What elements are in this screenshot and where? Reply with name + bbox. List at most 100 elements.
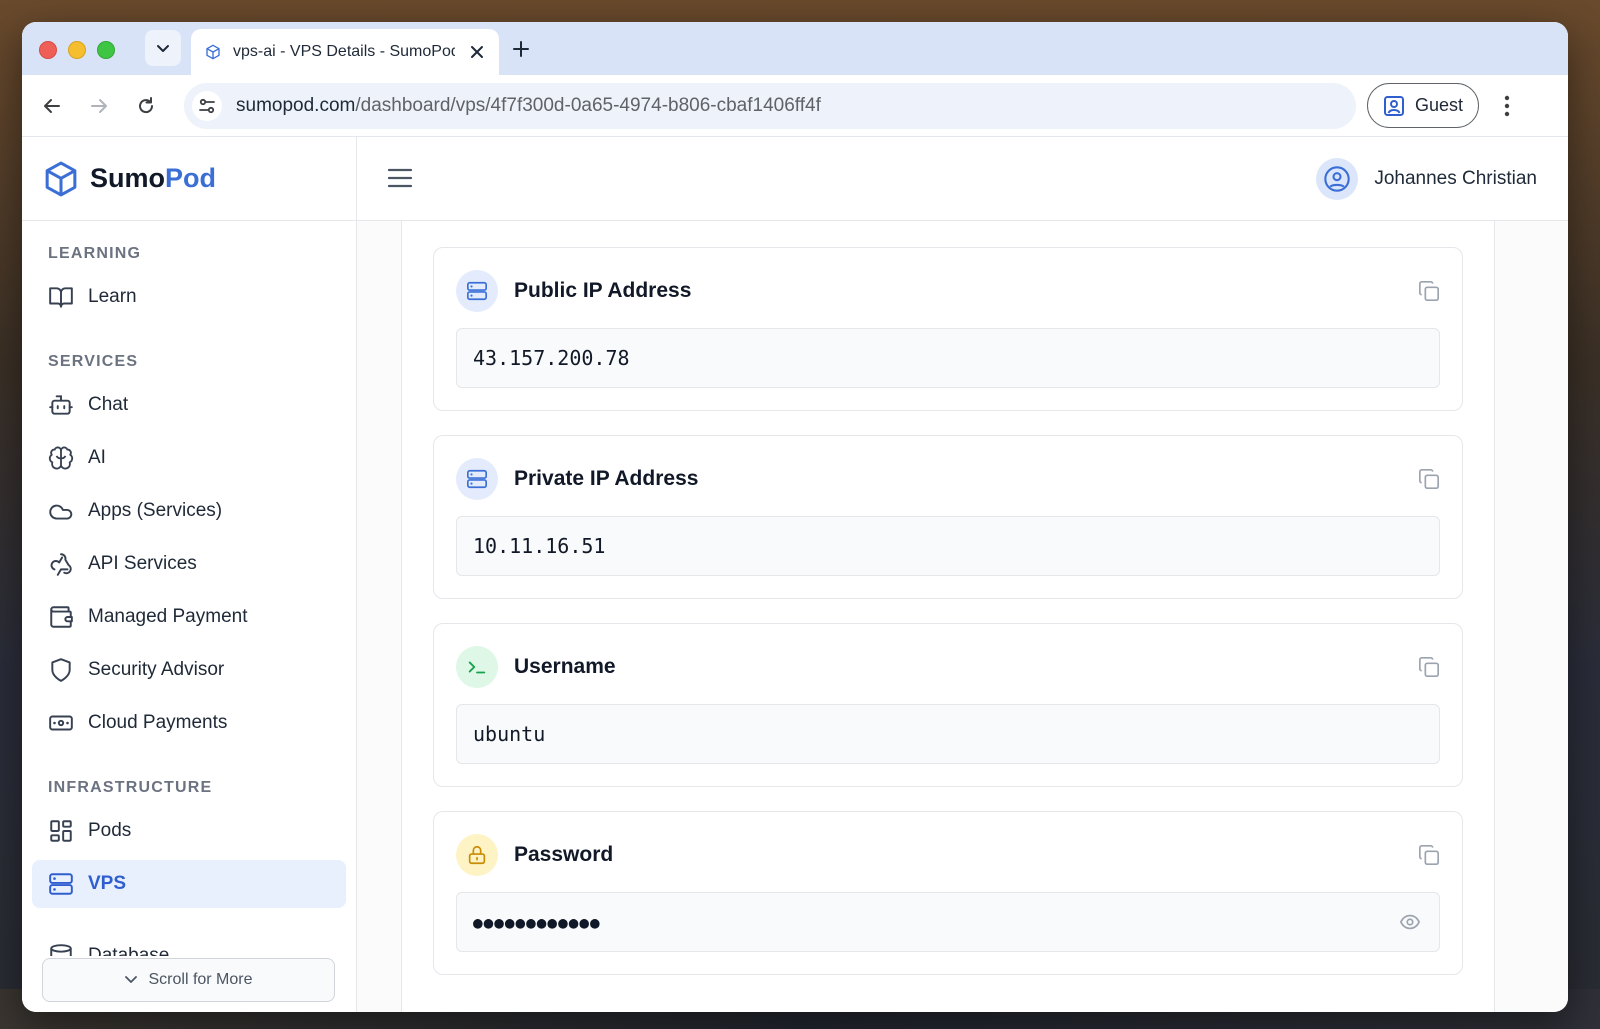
tab-title: vps-ai - VPS Details - SumoPod xyxy=(233,43,455,60)
brand-name-part1: Sumo xyxy=(90,163,166,193)
copy-public-ip-button[interactable] xyxy=(1418,280,1442,304)
banknote-icon xyxy=(49,715,73,731)
user-circle-icon xyxy=(1324,166,1351,192)
maximize-window-button[interactable] xyxy=(97,41,115,59)
user-name: Johannes Christian xyxy=(1374,168,1537,189)
sidebar-item-label: Database xyxy=(88,945,170,956)
browser-tab-active[interactable]: vps-ai - VPS Details - SumoPod xyxy=(191,29,499,75)
hamburger-menu-icon xyxy=(387,168,413,188)
reload-button[interactable] xyxy=(132,92,160,120)
arrow-left-icon xyxy=(44,99,60,113)
top-header: Johannes Christian xyxy=(357,137,1568,221)
sidebar: SumoPod LEARNING Learn SERVICES Chat AI xyxy=(22,137,357,1012)
browser-menu-button[interactable] xyxy=(1495,92,1519,120)
sidebar-item-database[interactable]: Database xyxy=(32,932,346,956)
user-menu[interactable]: Johannes Christian xyxy=(1316,158,1537,200)
app-root: SumoPod LEARNING Learn SERVICES Chat AI xyxy=(22,137,1568,1012)
public-ip-value[interactable]: 43.157.200.78 xyxy=(456,328,1440,388)
back-button[interactable] xyxy=(38,92,66,120)
sidebar-item-managed-payment[interactable]: Managed Payment xyxy=(32,593,346,641)
scroll-for-more-label: Scroll for More xyxy=(148,971,253,988)
plus-icon xyxy=(513,41,529,57)
section-label-learning: LEARNING xyxy=(48,245,142,262)
server-icon xyxy=(467,469,487,489)
vps-details-panel: Public IP Address 43.157.200.78 Private … xyxy=(401,221,1495,1012)
address-bar[interactable]: sumopod.com/dashboard/vps/4f7f300d-0a65-… xyxy=(184,83,1356,129)
sidebar-item-ai[interactable]: AI xyxy=(32,434,346,482)
database-icon xyxy=(50,944,72,956)
copy-icon xyxy=(1419,469,1439,489)
sidebar-item-vps[interactable]: VPS xyxy=(32,860,346,908)
webhook-icon xyxy=(50,553,72,576)
terminal-icon xyxy=(468,661,486,674)
password-value: ●●●●●●●●●●●● xyxy=(473,912,601,932)
sidebar-item-security-advisor[interactable]: Security Advisor xyxy=(32,646,346,694)
sidebar-item-label: Pods xyxy=(88,820,132,841)
copy-private-ip-button[interactable] xyxy=(1418,468,1442,492)
chevron-down-icon xyxy=(125,976,138,983)
sidebar-item-label: AI xyxy=(88,447,106,468)
password-header: Password xyxy=(456,834,613,876)
password-title: Password xyxy=(514,843,614,866)
new-tab-button[interactable] xyxy=(507,35,535,63)
sidebar-item-learn[interactable]: Learn xyxy=(32,273,346,321)
sidebar-item-label: Security Advisor xyxy=(88,659,225,680)
url-host: sumopod.com xyxy=(236,95,356,116)
copy-icon xyxy=(1419,845,1439,865)
layout-icon xyxy=(50,820,72,842)
favicon-cube-icon xyxy=(206,44,220,60)
brand-name: SumoPod xyxy=(90,163,216,194)
sidebar-item-label: Chat xyxy=(88,394,129,415)
sidebar-item-pods[interactable]: Pods xyxy=(32,807,346,855)
brand-logo[interactable]: SumoPod xyxy=(22,137,356,221)
sidebar-item-api-services[interactable]: API Services xyxy=(32,540,346,588)
forward-button[interactable] xyxy=(85,92,113,120)
tab-search-button[interactable] xyxy=(145,30,181,66)
password-field[interactable]: ●●●●●●●●●●●● xyxy=(456,892,1440,952)
sidebar-item-cloud-payments[interactable]: Cloud Payments xyxy=(32,699,346,747)
sidebar-nav: LEARNING Learn SERVICES Chat AI Apps (Se… xyxy=(22,245,356,908)
tab-close-button[interactable] xyxy=(467,42,487,62)
copy-icon xyxy=(1419,657,1439,677)
scroll-for-more-button[interactable]: Scroll for More xyxy=(42,958,335,1002)
close-window-button[interactable] xyxy=(39,41,57,59)
tune-icon xyxy=(199,98,215,114)
profile-button[interactable]: Guest xyxy=(1367,83,1479,128)
browser-toolbar: sumopod.com/dashboard/vps/4f7f300d-0a65-… xyxy=(22,75,1568,137)
cube-logo-icon xyxy=(45,161,77,196)
sidebar-toggle-button[interactable] xyxy=(387,165,413,191)
kebab-menu-icon xyxy=(1504,95,1510,117)
public-ip-card: Public IP Address 43.157.200.78 xyxy=(433,247,1463,411)
username-header: Username xyxy=(456,646,616,688)
book-icon xyxy=(49,287,73,308)
url-text: sumopod.com/dashboard/vps/4f7f300d-0a65-… xyxy=(236,95,821,117)
minimize-window-button[interactable] xyxy=(68,41,86,59)
copy-password-button[interactable] xyxy=(1418,844,1442,868)
sidebar-item-label: API Services xyxy=(88,553,197,574)
private-ip-value[interactable]: 10.11.16.51 xyxy=(456,516,1440,576)
private-ip-badge xyxy=(456,458,498,500)
private-ip-title: Private IP Address xyxy=(514,467,699,490)
copy-username-button[interactable] xyxy=(1418,656,1442,680)
bot-icon xyxy=(49,395,73,415)
shield-icon xyxy=(51,658,71,682)
tab-strip: vps-ai - VPS Details - SumoPod xyxy=(22,22,1568,75)
sidebar-item-chat[interactable]: Chat xyxy=(32,381,346,429)
public-ip-title: Public IP Address xyxy=(514,279,692,302)
sidebar-item-label: Cloud Payments xyxy=(88,712,228,733)
sidebar-item-apps-services[interactable]: Apps (Services) xyxy=(32,487,346,535)
section-label-services: SERVICES xyxy=(48,353,139,370)
browser-window: vps-ai - VPS Details - SumoPod sumopod.c… xyxy=(22,22,1568,1012)
public-ip-badge xyxy=(456,270,498,312)
toggle-password-visibility-button[interactable] xyxy=(1399,911,1423,935)
window-controls xyxy=(39,41,115,59)
brain-icon xyxy=(48,446,74,470)
username-value[interactable]: ubuntu xyxy=(456,704,1440,764)
site-info-button[interactable] xyxy=(192,91,222,121)
sidebar-item-label: Managed Payment xyxy=(88,606,248,627)
copy-icon xyxy=(1419,281,1439,301)
profile-icon xyxy=(1384,95,1404,116)
lock-icon xyxy=(468,845,486,865)
chevron-down-icon xyxy=(157,45,169,52)
cloud-icon xyxy=(49,504,73,520)
